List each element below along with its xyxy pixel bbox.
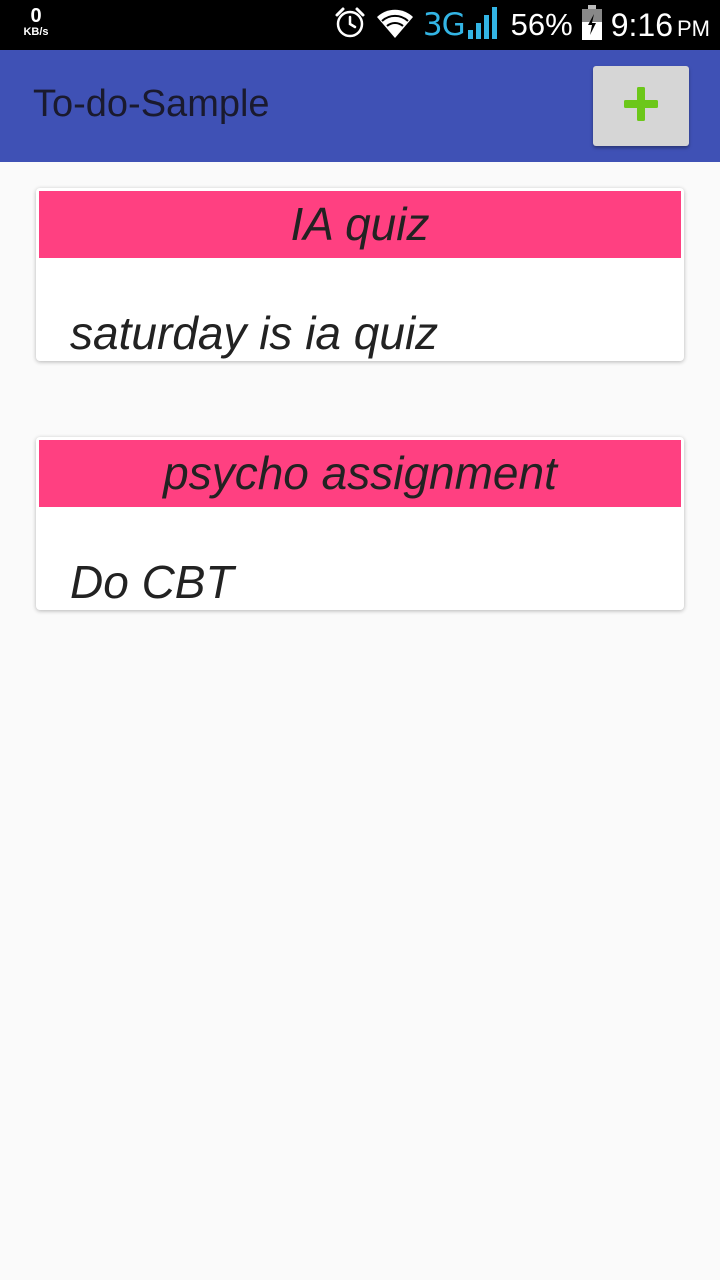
battery-percent: 56% — [510, 7, 573, 42]
network-type-label: 3G — [422, 7, 466, 43]
status-bar: 0 KB/s 3G 56% 9:16 PM — [0, 0, 720, 50]
network-speed-unit: KB/s — [23, 26, 49, 38]
todo-description: Do CBT — [70, 556, 234, 608]
wifi-icon — [375, 6, 415, 45]
network-speed-indicator: 0 KB/s — [14, 6, 58, 38]
clock-time: 9:16 — [610, 6, 673, 43]
todo-card[interactable]: IA quiz saturday is ia quiz — [36, 188, 684, 361]
todo-card[interactable]: psycho assignment Do CBT — [36, 437, 684, 610]
add-todo-button[interactable] — [593, 66, 689, 146]
app-title: To-do-Sample — [33, 83, 270, 125]
signal-icon — [467, 6, 499, 45]
alarm-icon — [333, 6, 367, 45]
todo-description: saturday is ia quiz — [70, 307, 439, 359]
clock-ampm: PM — [677, 15, 710, 41]
clock: 9:16 PM — [611, 7, 710, 44]
battery-icon — [581, 4, 603, 46]
status-icons: 3G 56% 9:16 PM — [325, 0, 710, 50]
plus-icon — [621, 84, 661, 129]
todo-title: psycho assignment — [39, 440, 681, 507]
todo-title: IA quiz — [39, 191, 681, 258]
network-speed-value: 0 — [30, 5, 42, 27]
app-bar: To-do-Sample — [0, 50, 720, 162]
